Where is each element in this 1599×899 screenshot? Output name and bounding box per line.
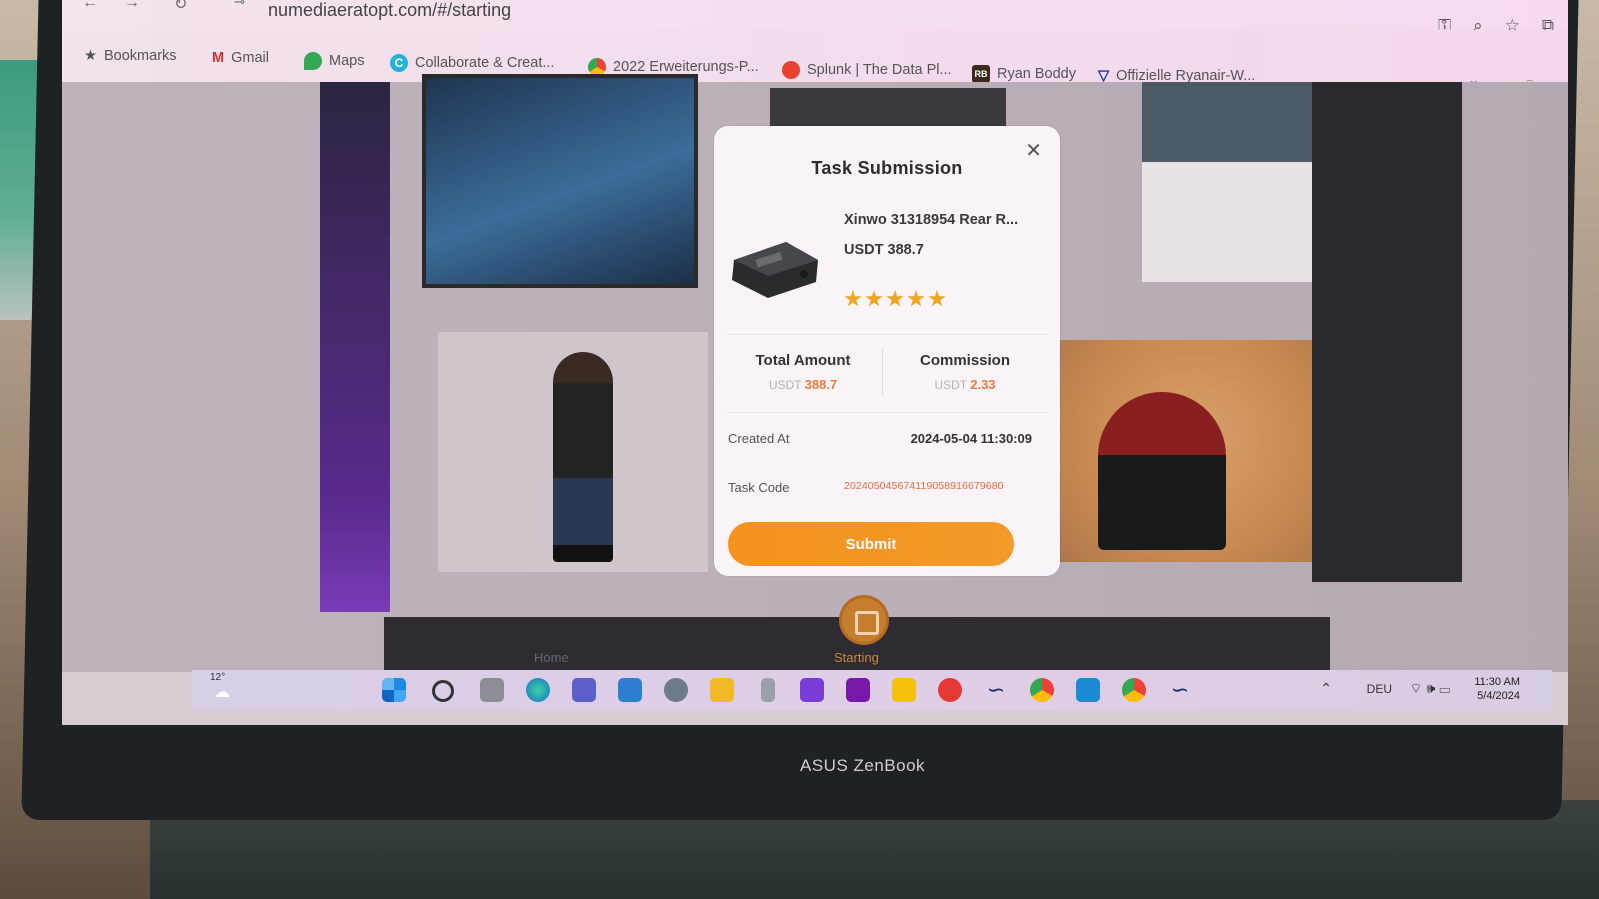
- maps-icon: [304, 52, 322, 70]
- product-image: [732, 242, 818, 298]
- teams-icon[interactable]: [572, 678, 596, 702]
- created-at-label: Created At: [728, 431, 790, 446]
- recorder-icon[interactable]: [938, 678, 962, 702]
- bottom-nav: Home Starting: [384, 595, 1330, 672]
- star-icon: ★: [84, 48, 97, 64]
- weather-icon[interactable]: ☁: [214, 682, 230, 702]
- task-code-value: 202405045674119058916679680: [844, 480, 1004, 492]
- bookmark-gmail[interactable]: M Gmail: [212, 50, 269, 66]
- app-s2-icon[interactable]: ∽: [1168, 678, 1192, 702]
- bookmark-ryan-boddy[interactable]: RB Ryan Boddy: [972, 65, 1076, 83]
- back-icon[interactable]: ←: [82, 0, 98, 12]
- bookmark-label: Ryan Boddy: [997, 66, 1076, 82]
- chrome-icon[interactable]: [1030, 678, 1054, 702]
- product-card-device[interactable]: [770, 88, 1006, 130]
- folder-purple-icon[interactable]: [800, 678, 824, 702]
- file-explorer-icon[interactable]: [710, 678, 734, 702]
- clock-time: 11:30 AM: [1474, 676, 1520, 688]
- bookmark-label: Maps: [329, 53, 365, 69]
- right-panel: [1312, 82, 1462, 582]
- task-code-label: Task Code: [728, 480, 790, 495]
- divider: [726, 412, 1048, 413]
- onenote-icon[interactable]: [846, 678, 870, 702]
- commission-currency: USDT: [934, 378, 967, 392]
- reload-icon[interactable]: ↻: [174, 0, 187, 14]
- splunk-icon: [782, 61, 800, 79]
- submit-button[interactable]: Submit: [728, 522, 1014, 566]
- divider: [726, 334, 1048, 335]
- nav-starting[interactable]: Starting: [834, 650, 879, 665]
- column-separator: [882, 348, 883, 396]
- task-view-icon[interactable]: [480, 678, 504, 702]
- rb-icon: RB: [972, 65, 990, 83]
- forward-icon[interactable]: →: [124, 0, 140, 12]
- app-s-icon[interactable]: ∽: [984, 678, 1008, 702]
- chevron-up-icon[interactable]: ⌃: [1320, 680, 1332, 697]
- product-price: USDT 388.7: [844, 242, 924, 258]
- star-icon: [865, 290, 883, 307]
- rating-stars: [844, 290, 946, 308]
- clock[interactable]: 11:30 AM 5/4/2024: [1474, 675, 1520, 703]
- total-amount-block: Total Amount USDT 388.7: [728, 352, 878, 392]
- commission-block: Commission USDT 2.33: [890, 352, 1040, 392]
- star-icon: [928, 290, 946, 307]
- canva-icon: C: [390, 54, 408, 72]
- site-info-icon[interactable]: ⊸: [234, 0, 245, 10]
- bookmark-maps[interactable]: Maps: [304, 52, 364, 70]
- bookmarks-bar: ★ Bookmarks M Gmail Maps C Collaborate &…: [62, 30, 1568, 95]
- task-submission-modal: Task Submission ✕ Xinwo 31318954 Rear R.…: [714, 126, 1060, 576]
- laptop-brand: ASUS ZenBook: [800, 756, 926, 775]
- address-bar: ← → ↻ ⊸ numediaeratopt.com/#/starting ⚿ …: [62, 0, 1568, 35]
- taskbar: ☁ 12° ∽ ∽ ⌃ DEU ⌔🕪▭ 11:30 AM 5/4/2024: [192, 670, 1552, 710]
- start-icon[interactable]: [382, 678, 406, 702]
- nav-home[interactable]: Home: [534, 650, 569, 665]
- commission-label: Commission: [919, 352, 1010, 369]
- modal-title: Task Submission: [811, 158, 963, 178]
- gmail-icon: M: [212, 50, 225, 66]
- product-name: Xinwo 31318954 Rear R...: [844, 212, 1019, 228]
- total-amount-number: 388.7: [804, 377, 838, 392]
- bookmark-label: Splunk | The Data Pl...: [807, 62, 952, 78]
- close-icon[interactable]: ✕: [1025, 138, 1042, 163]
- commission-value: USDT 2.33: [890, 377, 1040, 392]
- bookmark-canva[interactable]: C Collaborate & Creat...: [390, 54, 554, 72]
- chrome-profile-icon[interactable]: [1122, 678, 1146, 702]
- terminal-icon[interactable]: [1076, 678, 1100, 702]
- system-tray-icons[interactable]: ⌔🕪▭: [1409, 680, 1454, 698]
- clock-date: 5/4/2024: [1477, 690, 1520, 702]
- bookmark-label: Collaborate & Creat...: [415, 55, 555, 71]
- person-figure: [553, 352, 613, 562]
- product-card-jacket[interactable]: [438, 332, 708, 572]
- created-at-value: 2024-05-04 11:30:09: [910, 431, 1032, 446]
- purple-banner: [320, 82, 390, 612]
- bookmark-bookmarks[interactable]: ★ Bookmarks: [84, 48, 177, 64]
- pizza-oven-image: [1098, 392, 1226, 550]
- url-field[interactable]: numediaeratopt.com/#/starting: [268, 0, 511, 21]
- bookmark-splunk[interactable]: Splunk | The Data Pl...: [782, 61, 952, 79]
- bookmark-label: Gmail: [231, 50, 269, 66]
- usb-icon[interactable]: [761, 678, 775, 702]
- mail-icon[interactable]: [618, 678, 642, 702]
- bookmark-label: 2022 Erweiterungs-P...: [613, 59, 759, 75]
- sticky-notes-icon[interactable]: [892, 678, 916, 702]
- commission-number: 2.33: [970, 377, 996, 392]
- search-icon[interactable]: [432, 680, 454, 702]
- total-amount-label: Total Amount: [755, 352, 851, 369]
- total-amount-value: USDT 388.7: [728, 377, 878, 392]
- bookmark-label: Bookmarks: [104, 48, 177, 64]
- star-icon: [844, 290, 862, 307]
- edge-icon[interactable]: [526, 678, 550, 702]
- language-indicator[interactable]: DEU: [1367, 682, 1392, 696]
- screen: ← → ↻ ⊸ numediaeratopt.com/#/starting ⚿ …: [62, 0, 1568, 725]
- star-icon: [907, 290, 925, 307]
- starting-button[interactable]: [839, 595, 889, 645]
- product-card-tv[interactable]: [422, 74, 698, 288]
- settings-icon[interactable]: [664, 678, 688, 702]
- weather-temp: 12°: [210, 672, 226, 683]
- total-amount-currency: USDT: [768, 378, 802, 392]
- star-icon: [886, 290, 904, 307]
